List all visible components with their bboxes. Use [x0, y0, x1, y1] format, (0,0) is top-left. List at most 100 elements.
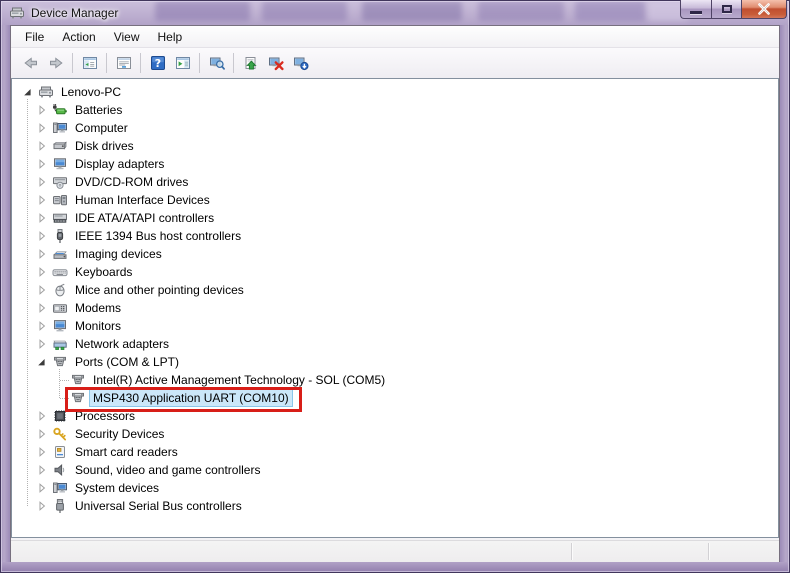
tree-item-security-devices: Security Devices [12, 425, 778, 443]
titlebar[interactable]: Device Manager [0, 0, 790, 25]
help-button[interactable]: ? [145, 51, 170, 75]
tree-item-computer: Computer [12, 119, 778, 137]
expander-collapsed-icon[interactable] [34, 318, 50, 334]
action-pane-button[interactable] [170, 51, 195, 75]
expander-collapsed-icon[interactable] [34, 192, 50, 208]
tree-item-disk-drives: Disk drives [12, 137, 778, 155]
tree-item-label[interactable]: IDE ATA/ATAPI controllers [72, 210, 217, 226]
tree-item-label[interactable]: Processors [72, 408, 138, 424]
forward-button[interactable] [43, 51, 68, 75]
expander-collapsed-icon[interactable] [34, 498, 50, 514]
expander-collapsed-icon[interactable] [34, 426, 50, 442]
tree-item-label[interactable]: Batteries [72, 102, 125, 118]
tree-item-label[interactable]: Monitors [72, 318, 124, 334]
computer-system-icon [38, 84, 54, 100]
menu-help[interactable]: Help [149, 27, 192, 47]
device-search-button[interactable] [204, 51, 229, 75]
computer-search-icon [209, 55, 225, 71]
expander-collapsed-icon[interactable] [34, 102, 50, 118]
window-content: File Action View Help ? Lenovo-PC Batteries C… [10, 25, 780, 562]
minimize-icon [690, 10, 702, 14]
tree-item-ports-com-lpt: Ports (COM & LPT) [12, 353, 778, 371]
expander-collapsed-icon[interactable] [34, 462, 50, 478]
expander-collapsed-icon[interactable] [34, 174, 50, 190]
expander-collapsed-icon[interactable] [34, 138, 50, 154]
disk-drive-icon [52, 138, 68, 154]
tree-item-label[interactable]: Intel(R) Active Management Technology - … [90, 372, 388, 388]
help-icon: ? [150, 55, 166, 71]
tree-item-label[interactable]: Display adapters [72, 156, 167, 172]
menu-file[interactable]: File [16, 27, 53, 47]
dvd-drive-icon [52, 174, 68, 190]
expander-collapsed-icon[interactable] [34, 156, 50, 172]
expander-collapsed-icon[interactable] [34, 480, 50, 496]
tree-item-sound-video-and-game-controllers: Sound, video and game controllers [12, 461, 778, 479]
maximize-button[interactable] [711, 0, 742, 19]
close-button[interactable] [742, 0, 787, 19]
update-driver-button[interactable] [238, 51, 263, 75]
expander-collapsed-icon[interactable] [34, 300, 50, 316]
tree-item-label[interactable]: DVD/CD-ROM drives [72, 174, 191, 190]
expander-collapsed-icon[interactable] [34, 444, 50, 460]
expander-collapsed-icon[interactable] [34, 228, 50, 244]
minimize-button[interactable] [680, 0, 711, 19]
expander-collapsed-icon[interactable] [34, 408, 50, 424]
tree-item-label[interactable]: Disk drives [72, 138, 137, 154]
tree-item-intel-r-active-management-technology-sol-com5: Intel(R) Active Management Technology - … [12, 371, 778, 389]
back-button[interactable] [18, 51, 43, 75]
tree-item-human-interface-devices: Human Interface Devices [12, 191, 778, 209]
tree-item-label[interactable]: IEEE 1394 Bus host controllers [72, 228, 244, 244]
tree-item-label[interactable]: Smart card readers [72, 444, 181, 460]
tree-item-label[interactable]: Ports (COM & LPT) [72, 354, 182, 370]
hid-icon [52, 192, 68, 208]
usb-icon [52, 498, 68, 514]
tree-item-label[interactable]: Human Interface Devices [72, 192, 213, 208]
serial-port-icon [70, 372, 86, 388]
expander-collapsed-icon[interactable] [34, 210, 50, 226]
expander-collapsed-icon[interactable] [34, 246, 50, 262]
battery-icon [52, 102, 68, 118]
toolbar: ? [11, 48, 779, 78]
expander-collapsed-icon[interactable] [34, 264, 50, 280]
window-border-right [780, 25, 790, 562]
expander-collapsed-icon[interactable] [34, 120, 50, 136]
console-tree-button[interactable] [77, 51, 102, 75]
maximize-icon [721, 5, 732, 13]
tree-item-label[interactable]: Mice and other pointing devices [72, 282, 247, 298]
tree-item-label[interactable]: MSP430 Application UART (COM10) [89, 389, 293, 407]
smart-card-icon [52, 444, 68, 460]
tree-item-label[interactable]: Network adapters [72, 336, 172, 352]
expander-placeholder [52, 390, 68, 406]
tree-item-ieee-1394-bus-host-controllers: IEEE 1394 Bus host controllers [12, 227, 778, 245]
tree-item-label[interactable]: Keyboards [72, 264, 135, 280]
tree-item-label[interactable]: Universal Serial Bus controllers [72, 498, 245, 514]
tree-item-label[interactable]: Imaging devices [72, 246, 165, 262]
window-title: Device Manager [31, 5, 119, 20]
statusbar-separator [571, 543, 572, 560]
expander-expanded-icon[interactable] [34, 354, 50, 370]
window-border-left [0, 25, 10, 562]
tree-item-label[interactable]: System devices [72, 480, 162, 496]
console-tree-icon [82, 55, 98, 71]
tree-item-processors: Processors [12, 407, 778, 425]
properties-button[interactable] [111, 51, 136, 75]
tree-item-label[interactable]: Lenovo-PC [58, 84, 124, 100]
tree-item-label[interactable]: Computer [72, 120, 131, 136]
computer-remove-icon [268, 55, 284, 71]
uninstall-device-button[interactable] [263, 51, 288, 75]
ide-controller-icon [52, 210, 68, 226]
window-controls [680, 0, 787, 19]
expander-expanded-icon[interactable] [20, 84, 36, 100]
tree-item-universal-serial-bus-controllers: Universal Serial Bus controllers [12, 497, 778, 515]
expander-collapsed-icon[interactable] [34, 282, 50, 298]
modem-icon [52, 300, 68, 316]
hardware-changes-button[interactable] [288, 51, 313, 75]
tree-item-label[interactable]: Sound, video and game controllers [72, 462, 263, 478]
tree-item-label[interactable]: Modems [72, 300, 124, 316]
tree-item-label[interactable]: Security Devices [72, 426, 167, 442]
network-adapter-icon [52, 336, 68, 352]
back-arrow-icon [23, 55, 39, 71]
menu-view[interactable]: View [105, 27, 149, 47]
menu-action[interactable]: Action [53, 27, 104, 47]
expander-collapsed-icon[interactable] [34, 336, 50, 352]
